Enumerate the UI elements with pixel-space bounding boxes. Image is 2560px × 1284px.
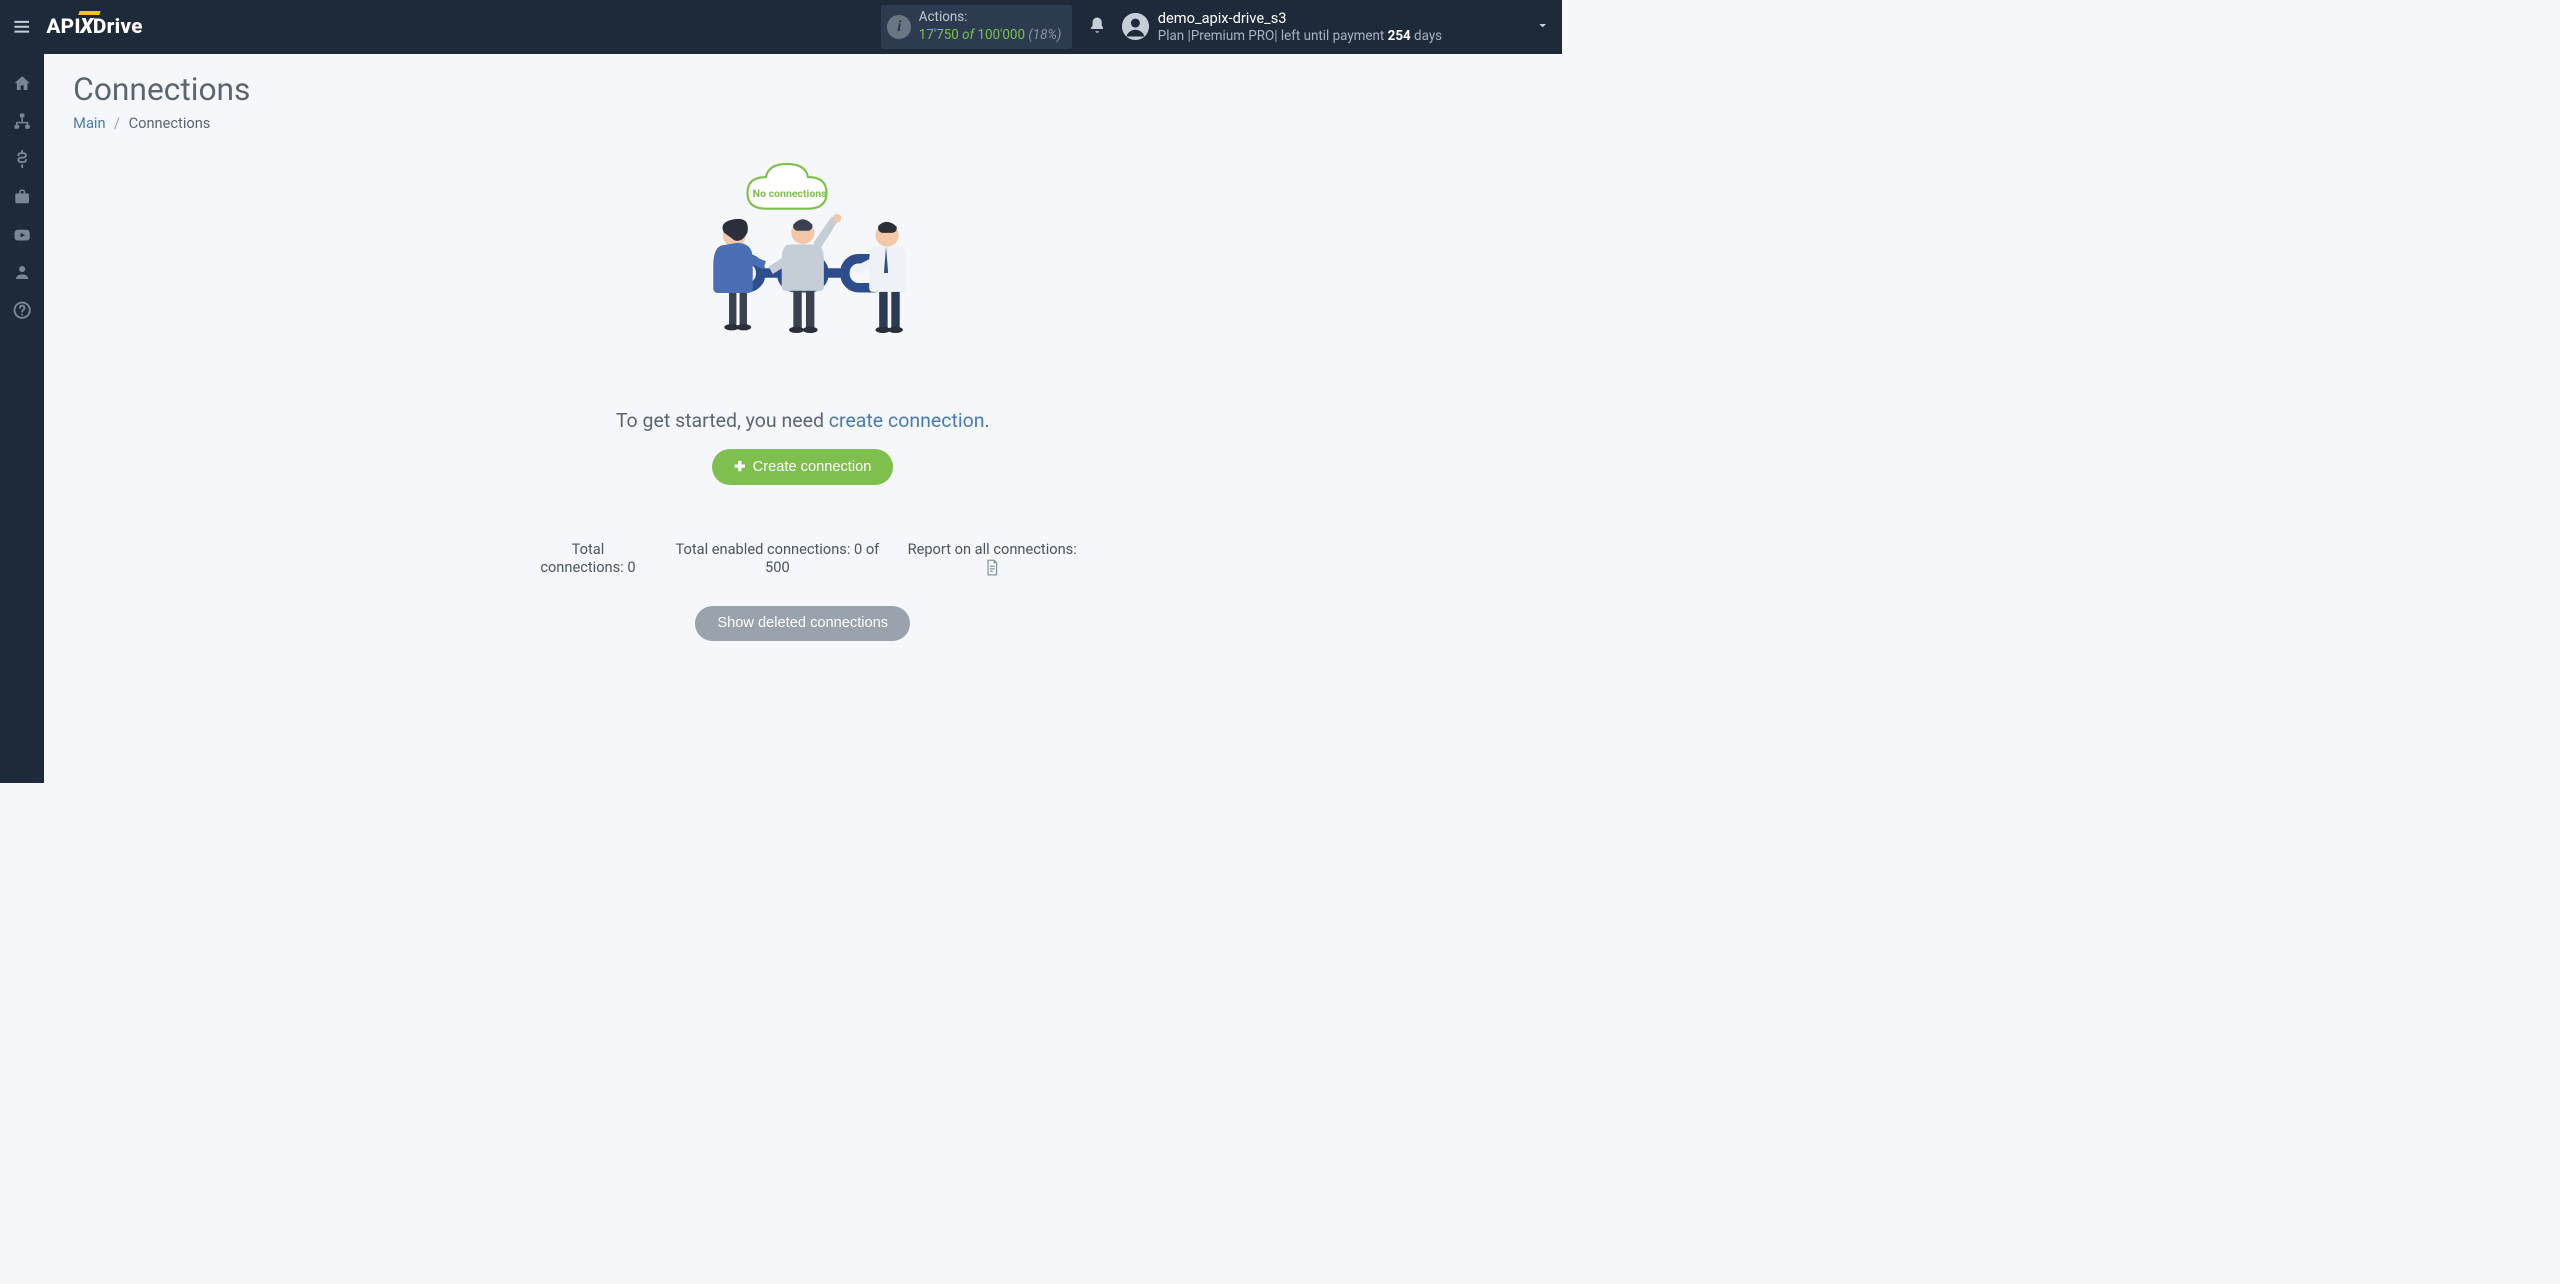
help-icon	[13, 301, 31, 319]
sidebar-item-video[interactable]	[0, 216, 44, 254]
stats-row: Total connections: 0 Total enabled conne…	[528, 540, 1077, 577]
plus-icon: ✚	[734, 459, 745, 475]
logo[interactable]: APIXDrive	[46, 15, 143, 39]
empty-state: No connections	[528, 156, 1077, 641]
actions-label: Actions:	[919, 9, 1062, 26]
stat-report: Report on all connections:	[907, 540, 1077, 577]
actions-text: Actions: 17'750 of 100'000 (18%)	[919, 9, 1062, 44]
main-content: Connections Main / Connections No connec…	[44, 54, 1562, 784]
sidebar-item-home[interactable]	[0, 65, 44, 103]
actions-values: 17'750 of 100'000 (18%)	[919, 27, 1062, 44]
hamburger-menu[interactable]	[0, 0, 44, 54]
stat-enabled: Total enabled connections: 0 of 500	[672, 540, 883, 576]
avatar-icon	[1122, 13, 1149, 40]
user-name: demo_apix-drive_s3	[1158, 9, 1442, 28]
sidebar-item-help[interactable]	[0, 292, 44, 330]
youtube-icon	[13, 226, 31, 244]
breadcrumb: Main / Connections	[73, 114, 1532, 132]
logo-x: X	[80, 15, 93, 39]
sidebar-item-briefcase[interactable]	[0, 178, 44, 216]
user-menu[interactable]: demo_apix-drive_s3 Plan |Premium PRO| le…	[1122, 9, 1549, 45]
breadcrumb-main[interactable]: Main	[73, 114, 105, 132]
create-connection-link[interactable]: create connection	[829, 409, 985, 432]
sidebar	[0, 54, 44, 784]
report-download[interactable]	[985, 558, 1000, 576]
stat-total: Total connections: 0	[528, 540, 647, 576]
logo-suffix: Drive	[93, 15, 143, 39]
breadcrumb-current: Connections	[129, 114, 211, 132]
actions-of: of	[962, 28, 974, 43]
hamburger-icon	[12, 17, 32, 37]
topbar: APIXDrive i Actions: 17'750 of 100'000 (…	[0, 0, 1562, 54]
create-connection-button[interactable]: ✚ Create connection	[712, 449, 893, 485]
sidebar-item-profile[interactable]	[0, 254, 44, 292]
sitemap-icon	[13, 112, 31, 130]
actions-used: 17'750	[919, 28, 959, 43]
sidebar-item-billing[interactable]	[0, 140, 44, 178]
page-title: Connections	[73, 71, 1532, 108]
sidebar-item-connections[interactable]	[0, 102, 44, 140]
notifications-button[interactable]	[1088, 16, 1106, 37]
logo-prefix: API	[46, 15, 81, 39]
empty-illustration: No connections	[632, 156, 974, 391]
info-icon: i	[887, 15, 911, 39]
dollar-icon	[13, 150, 31, 168]
cta-text: To get started, you need create connecti…	[528, 409, 1077, 432]
actions-limit: 100'000	[977, 28, 1025, 43]
actions-pct: (18%)	[1028, 28, 1061, 43]
cloud-text: No connections	[753, 187, 828, 200]
bell-icon	[1088, 16, 1106, 34]
chevron-down-icon	[1536, 19, 1549, 35]
actions-counter[interactable]: i Actions: 17'750 of 100'000 (18%)	[881, 5, 1072, 50]
home-icon	[13, 74, 31, 92]
document-icon	[985, 559, 1000, 576]
breadcrumb-sep: /	[114, 114, 120, 132]
user-icon	[13, 263, 31, 281]
create-btn-label: Create connection	[753, 459, 872, 475]
user-plan: Plan |Premium PRO| left until payment 25…	[1158, 28, 1442, 45]
user-info: demo_apix-drive_s3 Plan |Premium PRO| le…	[1158, 9, 1442, 45]
avatar	[1122, 13, 1149, 40]
show-deleted-button[interactable]: Show deleted connections	[695, 606, 910, 642]
briefcase-icon	[13, 188, 31, 206]
